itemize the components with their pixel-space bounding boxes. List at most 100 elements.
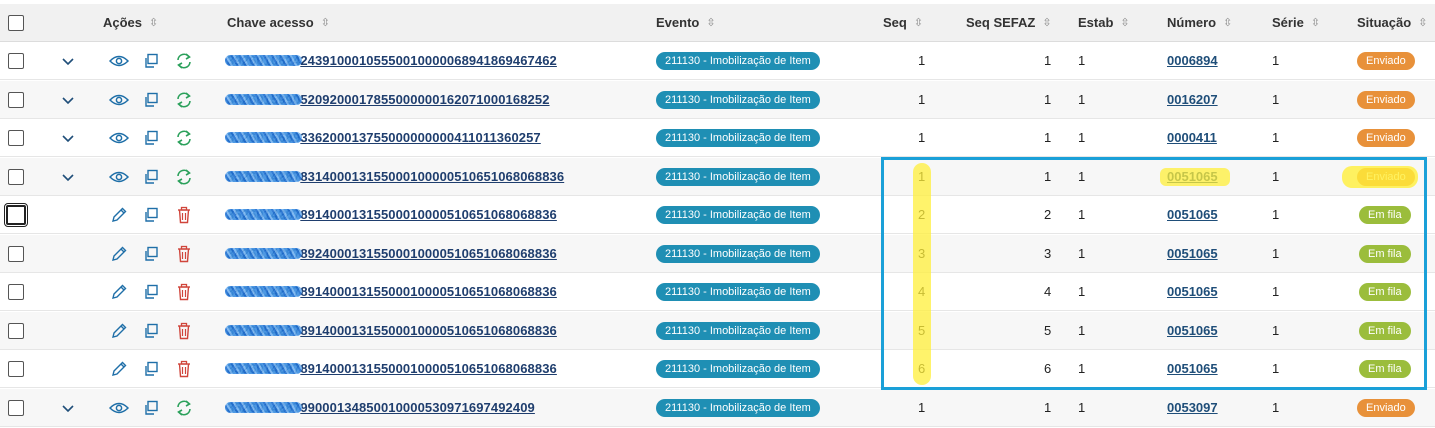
trash-icon[interactable]	[176, 312, 192, 349]
numero-link[interactable]: 0053097	[1167, 400, 1218, 415]
row-checkbox[interactable]	[8, 360, 24, 377]
header-serie[interactable]: Série ⇳	[1272, 4, 1320, 41]
numero-link[interactable]: 0051065	[1167, 169, 1218, 184]
serie-cell: 1	[1272, 81, 1279, 118]
copy-icon[interactable]	[143, 235, 159, 272]
numero-link[interactable]: 0006894	[1167, 53, 1218, 68]
chave-acesso-link[interactable]: 3426014287892400013155000100005106510680…	[224, 246, 557, 261]
eye-icon[interactable]	[109, 42, 129, 79]
chave-acesso-link[interactable]: 3126016689336200013755000000000411011360…	[224, 130, 541, 145]
refresh-icon[interactable]	[175, 42, 193, 79]
header-seq-sefaz[interactable]: Seq SEFAZ ⇳	[966, 4, 1052, 41]
seq-sefaz-cell: 1	[1044, 119, 1051, 156]
pencil-icon[interactable]	[110, 196, 128, 233]
row-checkbox[interactable]	[8, 91, 24, 108]
refresh-icon[interactable]	[175, 158, 193, 195]
seq-sefaz-cell: 1	[1044, 42, 1051, 79]
chave-acesso-link[interactable]: 3526014287831400013155000100000510651068…	[224, 169, 564, 184]
chevron-down-icon[interactable]	[61, 119, 75, 156]
chave-acesso-link[interactable]: 3526014287990001348500100005309716974924…	[224, 400, 535, 415]
numero-link[interactable]: 0051065	[1167, 207, 1218, 222]
header-numero[interactable]: Número ⇳	[1167, 4, 1232, 41]
header-situacao[interactable]: Situação ⇳	[1357, 4, 1427, 41]
situacao-cell: Enviado	[1357, 42, 1415, 79]
chevron-down-icon[interactable]	[61, 158, 75, 195]
numero-link[interactable]: 0051065	[1167, 246, 1218, 261]
chevron-down-icon[interactable]	[61, 81, 75, 118]
row-checkbox[interactable]	[4, 202, 28, 227]
copy-icon[interactable]	[143, 273, 159, 310]
copy-icon[interactable]	[143, 350, 159, 387]
table-row[interactable]: 3526014287831400013155000100000510651068…	[0, 158, 1435, 196]
numero-link[interactable]: 0000411	[1167, 130, 1217, 145]
numero-link[interactable]: 0051065	[1167, 361, 1218, 376]
copy-icon[interactable]	[143, 196, 159, 233]
header-acoes[interactable]: Ações ⇳	[103, 4, 158, 41]
pencil-icon[interactable]	[110, 235, 128, 272]
table-row[interactable]: 3126016689336200013755000000000411011360…	[0, 119, 1435, 157]
trash-icon[interactable]	[176, 350, 192, 387]
eye-icon[interactable]	[109, 81, 129, 118]
table-row[interactable]: 3526014287990001348500100005309716974924…	[0, 389, 1435, 427]
trash-icon[interactable]	[176, 235, 192, 272]
evento-cell: 211130 - Imobilização de Item	[656, 312, 820, 349]
table-row[interactable]: 3926010824243910001055500100000689418694…	[0, 42, 1435, 80]
seq-sefaz-value: 1	[1044, 53, 1052, 68]
copy-icon[interactable]	[143, 158, 159, 195]
chevron-down-icon[interactable]	[61, 389, 75, 426]
chave-acesso-link[interactable]: 3926010824243910001055500100000689418694…	[224, 53, 557, 68]
chave-acesso-link[interactable]: 3926054287891400013155000100005106510680…	[224, 323, 557, 338]
pencil-icon[interactable]	[110, 273, 128, 310]
row-checkbox[interactable]	[8, 129, 24, 146]
chave-acesso-cell: 3926010824243910001055500100000689418694…	[224, 42, 557, 79]
table-row[interactable]: 3926054287891400013155000100005106510680…	[0, 312, 1435, 350]
row-checkbox[interactable]	[8, 399, 24, 416]
chave-acesso-link[interactable]: 3426015990520920001785500000016207100016…	[224, 92, 550, 107]
copy-icon[interactable]	[143, 312, 159, 349]
table-row[interactable]: 3526014287891400013155000100005106510680…	[0, 350, 1435, 388]
copy-icon[interactable]	[143, 389, 159, 426]
eye-icon[interactable]	[109, 158, 129, 195]
trash-icon[interactable]	[176, 196, 192, 233]
copy-icon[interactable]	[143, 119, 159, 156]
table-row[interactable]: 3426014287892400013155000100005106510680…	[0, 235, 1435, 273]
table-row[interactable]: 3526014287891400013155000100005106510680…	[0, 273, 1435, 311]
numero-link[interactable]: 0016207	[1167, 92, 1218, 107]
row-checkbox[interactable]	[8, 283, 24, 300]
chave-acesso-link[interactable]: 3526014287891400013155000100005106510680…	[224, 284, 557, 299]
row-checkbox[interactable]	[8, 322, 24, 339]
row-checkbox[interactable]	[8, 52, 24, 69]
seq-sefaz-cell: 6	[1044, 350, 1051, 387]
header-seq[interactable]: Seq ⇳	[883, 4, 923, 41]
copy-icon[interactable]	[143, 42, 159, 79]
header-estab[interactable]: Estab ⇳	[1078, 4, 1130, 41]
table-row[interactable]: 3526014287891400013155000100005106510680…	[0, 196, 1435, 234]
seq-sefaz-cell: 3	[1044, 235, 1051, 272]
serie-value: 1	[1272, 92, 1280, 107]
header-evento[interactable]: Evento ⇳	[656, 4, 716, 41]
table-row[interactable]: 3426015990520920001785500000016207100016…	[0, 81, 1435, 119]
sort-icon: ⇳	[1418, 17, 1428, 29]
serie-value: 1	[1272, 361, 1280, 376]
numero-link[interactable]: 0051065	[1167, 284, 1218, 299]
pencil-icon[interactable]	[110, 312, 128, 349]
row-checkbox[interactable]	[8, 245, 24, 262]
row-checkbox[interactable]	[8, 168, 24, 185]
pencil-icon[interactable]	[110, 350, 128, 387]
refresh-icon[interactable]	[175, 81, 193, 118]
copy-icon[interactable]	[143, 81, 159, 118]
header-chave[interactable]: Chave acesso ⇳	[227, 4, 330, 41]
refresh-icon[interactable]	[175, 389, 193, 426]
trash-icon[interactable]	[176, 273, 192, 310]
refresh-icon[interactable]	[175, 119, 193, 156]
chave-acesso-link[interactable]: 3526014287891400013155000100005106510680…	[224, 361, 557, 376]
chave-acesso-link[interactable]: 3526014287891400013155000100005106510680…	[224, 207, 557, 222]
seq-sefaz-value: 1	[1044, 400, 1052, 415]
eye-icon[interactable]	[109, 389, 129, 426]
chevron-down-icon[interactable]	[61, 42, 75, 79]
eye-icon[interactable]	[109, 119, 129, 156]
header-situacao-label: Situação	[1357, 15, 1412, 30]
serie-value: 1	[1272, 207, 1280, 222]
select-all-checkbox[interactable]	[8, 14, 24, 31]
numero-link[interactable]: 0051065	[1167, 323, 1218, 338]
